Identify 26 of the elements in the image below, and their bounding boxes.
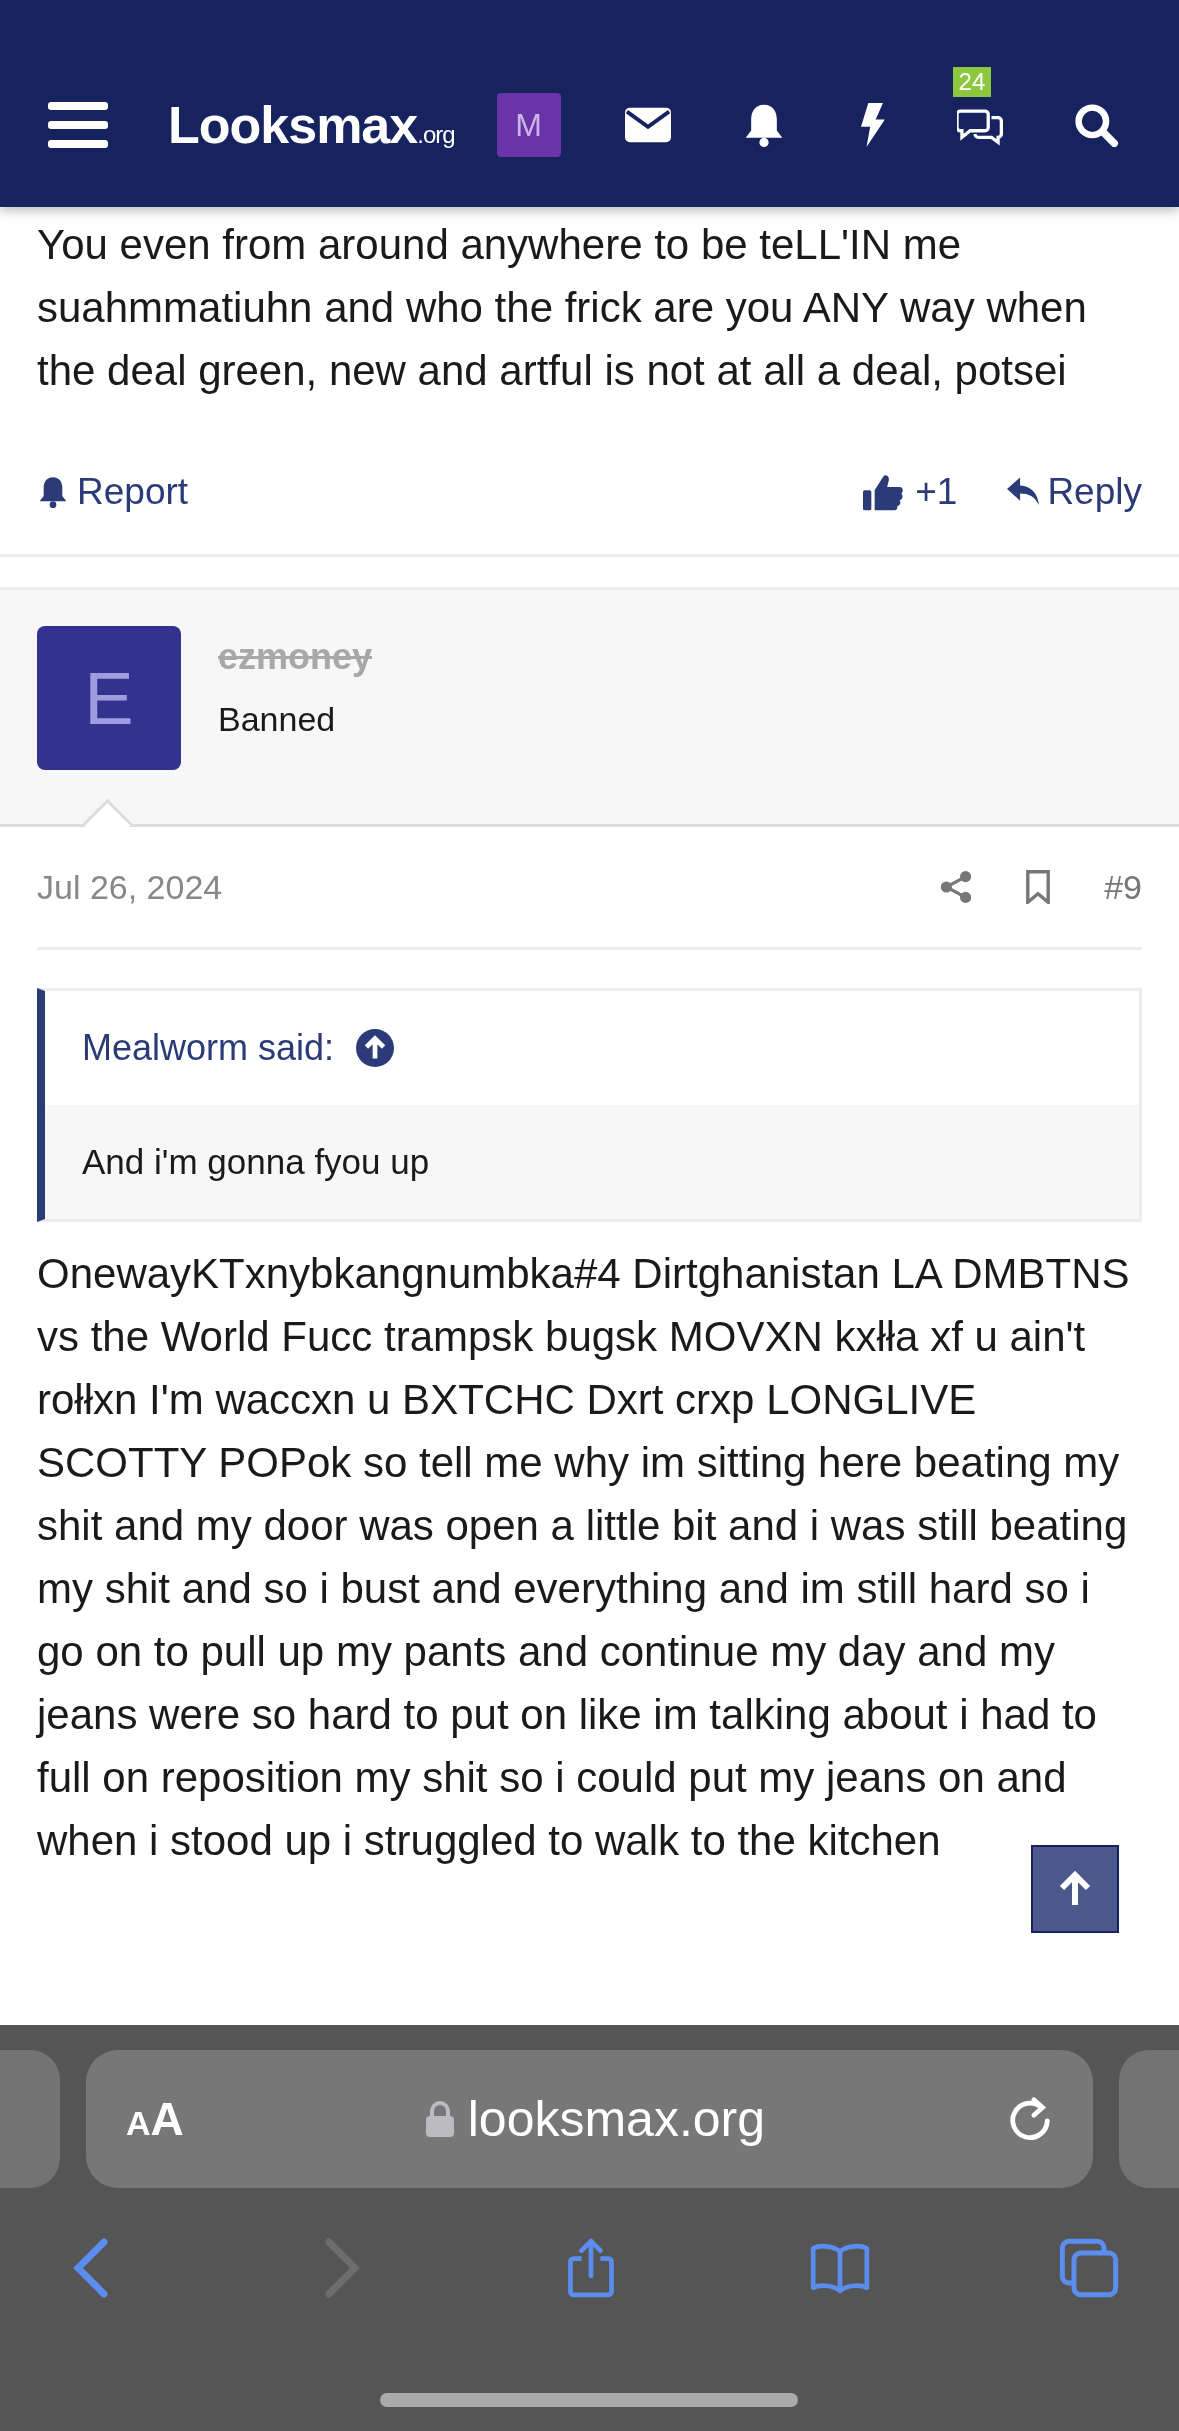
quote-text: And i'm gonna fyou up [45, 1105, 1139, 1219]
notification-badge: 24 [952, 67, 992, 98]
report-link[interactable]: Report [37, 471, 189, 513]
post-number[interactable]: #9 [1104, 867, 1142, 907]
scroll-to-top-button[interactable] [1031, 1845, 1119, 1933]
address-bar[interactable]: AA looksmax.org [86, 2050, 1093, 2188]
tabs-icon[interactable] [1059, 2238, 1119, 2298]
url-text: looksmax.org [467, 2090, 766, 2148]
user-avatar[interactable]: E [37, 626, 181, 770]
quote-author[interactable]: Mealworm said: [82, 1027, 335, 1069]
post-date[interactable]: Jul 26, 2024 [37, 867, 223, 907]
post-text: OnewayKTxnybkangnumbka#4 Dirtghanistan LA DMBTNS vs the World Fucc trampsk bugsk MOVXN kxłła xf u ain't rołłxn I'm waccxn u BXTCHC Dxrt crxp LONGLIVE SCOTTY POPok so tell me why im sitting here beating my shit and my door was open a little bit and i was still beating my shit and so i bust and everything and im still hard so i go on to pull up my pants and continue my day and my jeans were so hard to put on like im talking about i had to full on reposition my shit so i could put my jeans on and when i stood up i struggled to walk to the kitchen [37, 1249, 1131, 1866]
user-title: Banned [218, 700, 337, 739]
search-icon[interactable] [1072, 103, 1119, 147]
arrow-up-circle-icon[interactable] [356, 1029, 395, 1067]
post-text: You even from around anywhere to be teLL'IN me suahmmatiuhn and who the frick are you ANY way when the deal green, new and artful is not at all a deal, potsei [37, 220, 1088, 396]
account-avatar[interactable]: M [496, 93, 561, 157]
reader-button[interactable]: AA [126, 2092, 184, 2146]
site-logo[interactable]: Looksmax.org [168, 95, 455, 155]
like-button[interactable]: +1 [863, 471, 958, 513]
share-icon[interactable] [940, 870, 973, 904]
bell-icon [37, 476, 69, 508]
lock-icon [425, 2101, 454, 2137]
reply-button[interactable]: Reply [1007, 471, 1142, 513]
reload-icon[interactable] [1007, 2096, 1053, 2142]
thumbs-up-icon [863, 472, 904, 512]
